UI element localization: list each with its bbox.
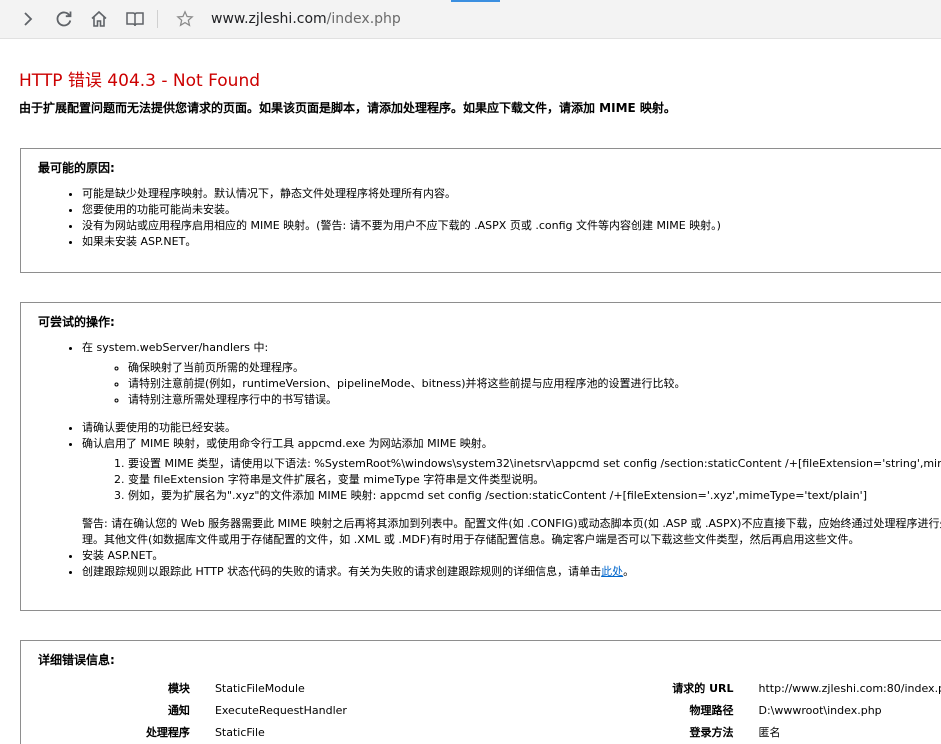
tab-accent-bar <box>451 0 500 2</box>
action-handlers: 在 system.webServer/handlers 中: <box>82 341 269 354</box>
chevron-right-icon <box>24 12 33 26</box>
reload-button[interactable] <box>53 8 75 30</box>
list-item: 创建跟踪规则以跟踪此 HTTP 状态代码的失败的请求。有关为失败的请求创建跟踪规… <box>82 564 941 580</box>
list-item: 确保映射了当前页所需的处理程序。 <box>128 360 941 376</box>
list-item: 可能是缺少处理程序映射。默认情况下，静态文件处理程序将处理所有内容。 <box>82 186 941 202</box>
detail-label: 通知 <box>167 704 190 717</box>
detail-value: 匿名 <box>758 726 781 739</box>
actions-heading: 可尝试的操作: <box>38 315 115 329</box>
list-item: 没有为网站或应用程序启用相应的 MIME 映射。(警告: 请不要为用户不应下载的… <box>82 218 941 234</box>
actions-list: 在 system.webServer/handlers 中: 确保映射了当前页所… <box>38 340 941 580</box>
list-item: 在 system.webServer/handlers 中: 确保映射了当前页所… <box>82 340 941 408</box>
reader-icon <box>126 12 144 27</box>
list-item: 如果未安装 ASP.NET。 <box>82 234 941 250</box>
table-row: 模块 StaticFileModule 请求的 URL http://www.z… <box>38 678 941 700</box>
trace-rule-text: 创建跟踪规则以跟踪此 HTTP 状态代码的失败的请求。有关为失败的请求创建跟踪规… <box>82 565 602 578</box>
browser-toolbar: www.zjleshi.com/index.php <box>0 0 941 39</box>
action-mime: 确认启用了 MIME 映射，或使用命令行工具 appcmd.exe 为网站添加 … <box>82 437 493 450</box>
table-row: 通知 ExecuteRequestHandler 物理路径 D:\wwwroot… <box>38 700 941 722</box>
actions-box: 可尝试的操作: 在 system.webServer/handlers 中: 确… <box>20 302 941 611</box>
detail-value: http://www.zjleshi.com:80/index.php <box>758 682 941 695</box>
list-item: 确认启用了 MIME 映射，或使用命令行工具 appcmd.exe 为网站添加 … <box>82 436 941 548</box>
home-icon <box>91 10 107 27</box>
list-item: 请特别注意前提(例如，runtimeVersion、pipelineMode、b… <box>128 376 941 392</box>
toolbar-separator <box>157 10 158 28</box>
star-icon <box>176 10 194 27</box>
detail-label: 模块 <box>167 682 190 695</box>
list-item: 您要使用的功能可能尚未安装。 <box>82 202 941 218</box>
detail-value: StaticFile <box>214 726 265 739</box>
reload-icon <box>56 11 72 27</box>
causes-list: 可能是缺少处理程序映射。默认情况下，静态文件处理程序将处理所有内容。 您要使用的… <box>38 186 941 250</box>
detail-label: 登录方法 <box>689 726 734 739</box>
list-item: 请特别注意所需处理程序行中的书写错误。 <box>128 392 941 408</box>
mime-steps: 要设置 MIME 类型，请使用以下语法: %SystemRoot%\window… <box>82 456 941 504</box>
error-title: HTTP 错误 404.3 - Not Found <box>19 71 261 91</box>
trace-rule-end: 。 <box>623 565 635 578</box>
home-button[interactable] <box>88 8 110 30</box>
causes-box: 最可能的原因: 可能是缺少处理程序映射。默认情况下，静态文件处理程序将处理所有内… <box>20 148 941 273</box>
list-item: 要设置 MIME 类型，请使用以下语法: %SystemRoot%\window… <box>128 456 941 472</box>
list-item: 变量 fileExtension 字符串是文件扩展名，变量 mimeType 字… <box>128 472 941 488</box>
error-subtitle: 由于扩展配置问题而无法提供您请求的页面。如果该页面是脚本，请添加处理程序。如果应… <box>19 101 676 115</box>
details-box: 详细错误信息: 模块 StaticFileModule 请求的 URL http… <box>20 640 941 744</box>
details-table: 模块 StaticFileModule 请求的 URL http://www.z… <box>38 678 941 744</box>
detail-label: 请求的 URL <box>672 682 734 695</box>
trace-rule-link[interactable]: 此处 <box>601 565 623 578</box>
detail-label: 处理程序 <box>145 726 190 739</box>
detail-value: ExecuteRequestHandler <box>214 704 347 717</box>
list-item: 请确认要使用的功能已经安装。 <box>82 420 941 436</box>
list-item: 例如，要为扩展名为".xyz"的文件添加 MIME 映射: appcmd set… <box>128 488 941 504</box>
handlers-sublist: 确保映射了当前页所需的处理程序。 请特别注意前提(例如，runtimeVersi… <box>82 360 941 408</box>
url-path: /index.php <box>326 11 401 27</box>
forward-button[interactable] <box>17 8 39 30</box>
address-bar[interactable]: www.zjleshi.com/index.php <box>211 10 401 28</box>
details-heading: 详细错误信息: <box>38 653 115 667</box>
bookmark-button[interactable] <box>174 8 196 30</box>
detail-value: D:\wwwroot\index.php <box>758 704 882 717</box>
reader-mode-button[interactable] <box>124 8 146 30</box>
causes-heading: 最可能的原因: <box>38 161 115 175</box>
table-row: 处理程序 StaticFile 登录方法 匿名 <box>38 722 941 744</box>
error-page: HTTP 错误 404.3 - Not Found 由于扩展配置问题而无法提供您… <box>0 38 941 744</box>
detail-label: 物理路径 <box>689 704 734 717</box>
list-item: 安装 ASP.NET。 <box>82 548 941 564</box>
url-host: www.zjleshi.com <box>211 11 327 27</box>
mime-warning: 警告: 请在确认您的 Web 服务器需要此 MIME 映射之后再将其添加到列表中… <box>82 517 941 546</box>
detail-value: StaticFileModule <box>214 682 305 695</box>
